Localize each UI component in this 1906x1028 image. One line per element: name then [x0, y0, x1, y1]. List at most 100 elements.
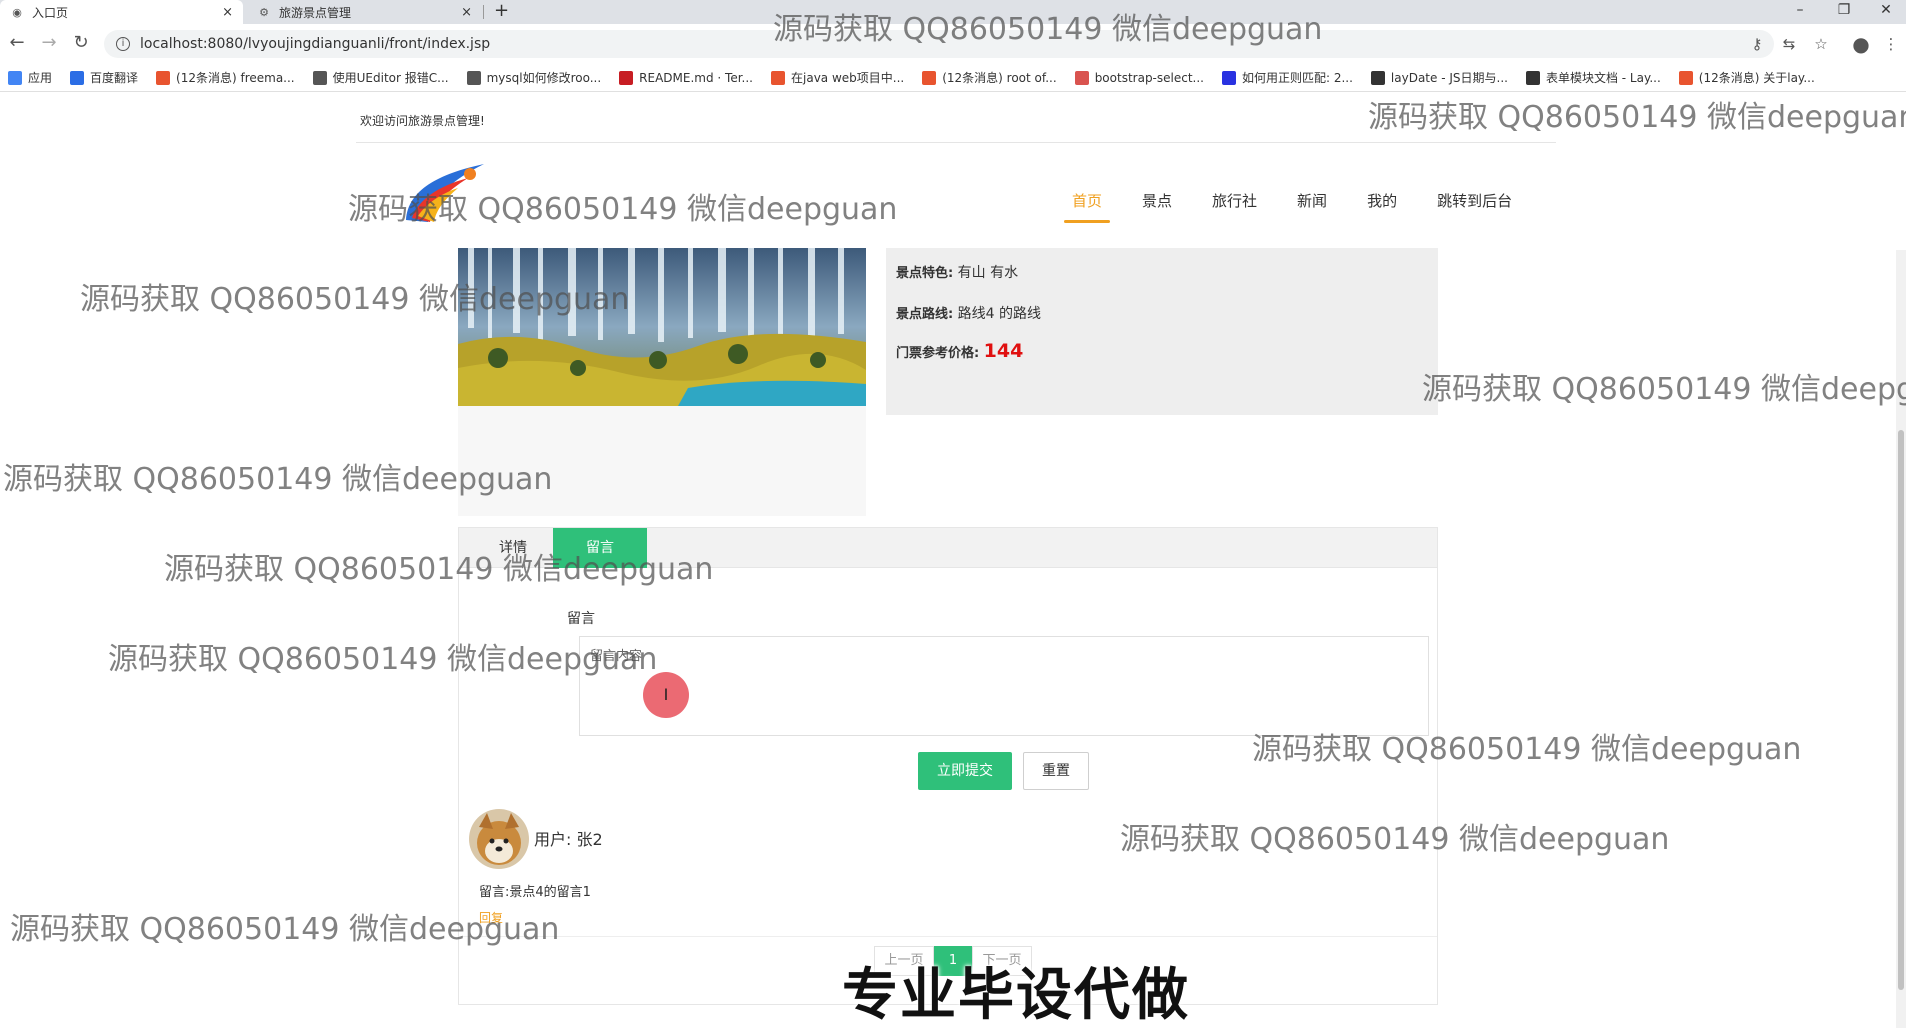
nav-item[interactable]: 旅行社: [1212, 190, 1257, 223]
close-icon[interactable]: ×: [461, 5, 472, 20]
comment-divider: [459, 936, 1437, 937]
settings-icon: ⚙: [259, 5, 269, 19]
url-input[interactable]: i localhost:8080/lvyoujingdianguanli/fro…: [104, 30, 1774, 58]
nav-item[interactable]: 首页: [1063, 190, 1111, 223]
globe-icon: ◉: [12, 5, 22, 19]
star-icon[interactable]: ☆: [1810, 34, 1832, 56]
bookmark-label: 表单模块文档 - Lay...: [1545, 71, 1661, 85]
ueditor-icon: [312, 70, 327, 85]
features-row: 景点特色: 有山 有水: [896, 262, 1018, 282]
scenic-info-box: 景点特色: 有山 有水 景点路线: 路线4 的路线 门票参考价格: 144: [886, 248, 1438, 415]
bookmark-item[interactable]: (12条消息) freema...: [156, 69, 295, 86]
header-divider: [356, 142, 1556, 143]
reload-icon[interactable]: ↻: [70, 32, 92, 54]
bookmark-item[interactable]: README.md · Ter...: [619, 70, 753, 85]
apps-grid-icon: [8, 70, 22, 85]
tab-message[interactable]: 留言: [553, 528, 647, 568]
baidu-icon: [1221, 70, 1236, 85]
bookmark-label: bootstrap-select...: [1094, 70, 1204, 85]
scrollbar-thumb[interactable]: [1898, 430, 1904, 990]
bookmark-label: layDate - JS日期与...: [1390, 71, 1508, 85]
bookmark-label: mysql如何修改roo...: [486, 71, 602, 85]
submit-button[interactable]: 立即提交: [918, 752, 1012, 790]
bookmark-item[interactable]: 应用: [8, 69, 52, 86]
profile-icon[interactable]: ●: [1850, 34, 1872, 56]
bookmark-item[interactable]: bootstrap-select...: [1074, 70, 1204, 85]
nav-item[interactable]: 跳转到后台: [1437, 190, 1512, 223]
bookmark-label: 应用: [28, 71, 53, 85]
watermark: 源码获取 QQ86050149 微信deepguan: [1368, 100, 1906, 135]
bookmark-label: (12条消息) 关于lay...: [1698, 71, 1815, 85]
browser-tab-bar: ◉ 入口页 × ⚙ 旅游景点管理 × + – ❐ ✕: [0, 0, 1906, 24]
features-label: 景点特色:: [896, 266, 954, 281]
features-value: 有山 有水: [957, 265, 1019, 281]
window-close-button[interactable]: ✕: [1866, 0, 1906, 24]
forward-arrow-icon[interactable]: →: [38, 32, 60, 54]
reset-button[interactable]: 重置: [1023, 752, 1089, 790]
price-label: 门票参考价格:: [896, 346, 980, 361]
avatar: [469, 809, 529, 869]
welcome-text: 欢迎访问旅游景点管理!: [360, 114, 485, 128]
menu-kebab-icon[interactable]: ⋮: [1880, 34, 1902, 56]
csdn-icon: [922, 70, 937, 85]
bookmark-item[interactable]: 如何用正则匹配: 2...: [1221, 69, 1353, 86]
bookmark-item[interactable]: (12条消息) root of...: [922, 69, 1057, 86]
page-scrollbar[interactable]: [1896, 250, 1906, 1028]
route-row: 景点路线: 路线4 的路线: [896, 303, 1041, 323]
url-text: localhost:8080/lvyoujingdianguanli/front…: [140, 36, 491, 52]
reply-link[interactable]: 回复: [479, 909, 503, 926]
bookmark-item[interactable]: 在java web项目中...: [771, 69, 904, 86]
bookmark-label: (12条消息) root of...: [942, 71, 1057, 85]
message-textarea[interactable]: 留言内容: [579, 636, 1429, 736]
route-value: 路线4 的路线: [957, 306, 1042, 322]
nav-item[interactable]: 我的: [1367, 190, 1397, 223]
bookmark-item[interactable]: layDate - JS日期与...: [1370, 69, 1508, 86]
bookmark-label: 在java web项目中...: [791, 71, 905, 85]
bookmark-label: 如何用正则匹配: 2...: [1241, 71, 1353, 85]
bookmark-label: (12条消息) freema...: [176, 71, 295, 85]
site-info-icon[interactable]: i: [116, 37, 130, 51]
comment-text: 留言:景点4的留言1: [479, 885, 591, 900]
tab-entry-page[interactable]: ◉ 入口页 ×: [0, 0, 243, 24]
csdn-icon: [771, 70, 785, 85]
key-icon[interactable]: ⚷: [1746, 34, 1768, 56]
close-icon[interactable]: ×: [222, 5, 233, 20]
csdn-icon: [156, 70, 171, 85]
tab-title: 旅游景点管理: [279, 5, 352, 20]
back-arrow-icon[interactable]: ←: [6, 32, 28, 54]
nav-item[interactable]: 新闻: [1297, 190, 1327, 223]
bookmark-label: 使用UEditor 报错C...: [332, 71, 449, 85]
comment-user: 用户: 张2: [534, 826, 603, 850]
layui-icon: [1525, 70, 1540, 85]
user-name: 张2: [576, 830, 603, 849]
baidu-translate-icon: [70, 70, 85, 85]
tab-separator: [483, 5, 484, 19]
tab-scenic-admin[interactable]: ⚙ 旅游景点管理 ×: [247, 0, 482, 24]
nav-item[interactable]: 景点: [1142, 190, 1172, 223]
tab-detail[interactable]: 详情: [473, 528, 553, 568]
minimize-button[interactable]: –: [1780, 0, 1820, 24]
bookmarks-bar: 应用 百度翻译 (12条消息) freema... 使用UEditor 报错C... m…: [0, 64, 1906, 92]
bookmark-item[interactable]: (12条消息) 关于lay...: [1678, 69, 1815, 86]
tab-header: 详情 留言: [459, 528, 1437, 568]
gitee-icon: [619, 70, 634, 85]
mouse-cursor-marker: I: [643, 672, 689, 718]
translate-icon[interactable]: ⇆: [1778, 34, 1800, 56]
bootstrap-icon: [1074, 70, 1089, 85]
restore-button[interactable]: ❐: [1824, 0, 1864, 24]
message-label: 留言: [567, 611, 595, 627]
tab-title: 入口页: [32, 5, 69, 20]
site-logo[interactable]: [398, 160, 490, 232]
detail-tabs-panel: 详情 留言 留言 留言内容 I 立即提交 重置 用户: 张2 留言:景点4的留言…: [458, 527, 1438, 1005]
address-bar-row: ← → ↻ i localhost:8080/lvyoujingdianguan…: [0, 24, 1906, 64]
price-value: 144: [983, 340, 1024, 362]
new-tab-button[interactable]: +: [494, 0, 509, 24]
main-nav: 首页 景点 旅行社 新闻 我的 跳转到后台: [1063, 190, 1552, 223]
bookmark-item[interactable]: 使用UEditor 报错C...: [312, 69, 449, 86]
bookmark-item[interactable]: mysql如何修改roo...: [466, 69, 602, 86]
route-label: 景点路线:: [896, 307, 954, 322]
bookmark-item[interactable]: 表单模块文档 - Lay...: [1525, 69, 1661, 86]
csdn-icon: [1678, 70, 1693, 85]
bookmark-item[interactable]: 百度翻译: [70, 69, 138, 86]
bookmark-label: 百度翻译: [90, 71, 139, 85]
